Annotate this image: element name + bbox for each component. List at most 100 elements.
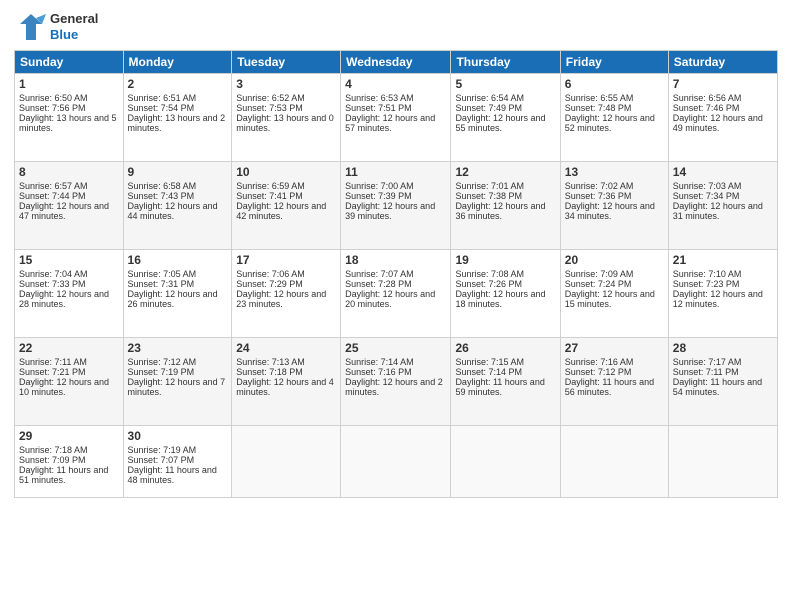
sunset-info: Sunset: 7:41 PM [236, 191, 303, 201]
sunrise-info: Sunrise: 7:19 AM [128, 445, 197, 455]
header: General Blue [14, 10, 778, 44]
sunset-info: Sunset: 7:54 PM [128, 103, 195, 113]
calendar-cell: 8Sunrise: 6:57 AMSunset: 7:44 PMDaylight… [15, 162, 124, 250]
calendar-cell: 1Sunrise: 6:50 AMSunset: 7:56 PMDaylight… [15, 74, 124, 162]
sunset-info: Sunset: 7:18 PM [236, 367, 303, 377]
col-header-saturday: Saturday [668, 51, 777, 74]
col-header-tuesday: Tuesday [232, 51, 341, 74]
sunset-info: Sunset: 7:53 PM [236, 103, 303, 113]
day-number: 16 [128, 253, 228, 267]
daylight-info: Daylight: 12 hours and 52 minutes. [565, 113, 655, 133]
day-number: 23 [128, 341, 228, 355]
calendar-table: SundayMondayTuesdayWednesdayThursdayFrid… [14, 50, 778, 498]
sunset-info: Sunset: 7:49 PM [455, 103, 522, 113]
day-number: 7 [673, 77, 773, 91]
calendar-week-2: 8Sunrise: 6:57 AMSunset: 7:44 PMDaylight… [15, 162, 778, 250]
logo-bird-icon [14, 10, 48, 44]
sunset-info: Sunset: 7:11 PM [673, 367, 739, 377]
daylight-info: Daylight: 12 hours and 36 minutes. [455, 201, 545, 221]
day-number: 29 [19, 429, 119, 443]
sunset-info: Sunset: 7:23 PM [673, 279, 740, 289]
calendar-cell: 15Sunrise: 7:04 AMSunset: 7:33 PMDayligh… [15, 250, 124, 338]
sunrise-info: Sunrise: 7:18 AM [19, 445, 88, 455]
day-number: 11 [345, 165, 446, 179]
sunrise-info: Sunrise: 6:52 AM [236, 93, 305, 103]
day-number: 4 [345, 77, 446, 91]
sunrise-info: Sunrise: 7:05 AM [128, 269, 197, 279]
logo-general: General [50, 11, 98, 27]
daylight-info: Daylight: 13 hours and 2 minutes. [128, 113, 226, 133]
calendar-cell: 25Sunrise: 7:14 AMSunset: 7:16 PMDayligh… [341, 338, 451, 426]
sunset-info: Sunset: 7:51 PM [345, 103, 412, 113]
sunset-info: Sunset: 7:19 PM [128, 367, 195, 377]
daylight-info: Daylight: 12 hours and 20 minutes. [345, 289, 435, 309]
daylight-info: Daylight: 12 hours and 4 minutes. [236, 377, 334, 397]
col-header-thursday: Thursday [451, 51, 560, 74]
sunrise-info: Sunrise: 7:00 AM [345, 181, 414, 191]
day-number: 27 [565, 341, 664, 355]
calendar-week-4: 22Sunrise: 7:11 AMSunset: 7:21 PMDayligh… [15, 338, 778, 426]
day-number: 8 [19, 165, 119, 179]
logo-blue: Blue [50, 27, 98, 43]
calendar-cell: 23 Sunrise: 7:12 AMSunset: 7:19 PMDayligh… [123, 338, 232, 426]
sunrise-info: Sunrise: 7:12 AM [128, 357, 197, 367]
sunrise-info: Sunrise: 7:02 AM [565, 181, 634, 191]
sunrise-info: Sunrise: 7:09 AM [565, 269, 634, 279]
calendar-cell: 16Sunrise: 7:05 AMSunset: 7:31 PMDayligh… [123, 250, 232, 338]
sunset-info: Sunset: 7:24 PM [565, 279, 632, 289]
calendar-cell: 4Sunrise: 6:53 AMSunset: 7:51 PMDaylight… [341, 74, 451, 162]
sunrise-info: Sunrise: 7:10 AM [673, 269, 742, 279]
day-number: 14 [673, 165, 773, 179]
sunrise-info: Sunrise: 6:56 AM [673, 93, 742, 103]
calendar-cell: 30Sunrise: 7:19 AMSunset: 7:07 PMDayligh… [123, 426, 232, 498]
calendar-cell: 26Sunrise: 7:15 AMSunset: 7:14 PMDayligh… [451, 338, 560, 426]
col-header-friday: Friday [560, 51, 668, 74]
sunrise-info: Sunrise: 6:53 AM [345, 93, 414, 103]
daylight-info: Daylight: 12 hours and 44 minutes. [128, 201, 218, 221]
calendar-cell: 22Sunrise: 7:11 AMSunset: 7:21 PMDayligh… [15, 338, 124, 426]
sunset-info: Sunset: 7:12 PM [565, 367, 632, 377]
calendar-cell [341, 426, 451, 498]
day-number: 17 [236, 253, 336, 267]
calendar-cell: 7Sunrise: 6:56 AMSunset: 7:46 PMDaylight… [668, 74, 777, 162]
calendar-week-3: 15Sunrise: 7:04 AMSunset: 7:33 PMDayligh… [15, 250, 778, 338]
daylight-info: Daylight: 12 hours and 10 minutes. [19, 377, 109, 397]
sunrise-info: Sunrise: 7:01 AM [455, 181, 524, 191]
day-number: 22 [19, 341, 119, 355]
daylight-info: Daylight: 11 hours and 59 minutes. [455, 377, 544, 397]
daylight-info: Daylight: 12 hours and 7 minutes. [128, 377, 226, 397]
sunset-info: Sunset: 7:38 PM [455, 191, 522, 201]
calendar-cell: 3Sunrise: 6:52 AMSunset: 7:53 PMDaylight… [232, 74, 341, 162]
calendar-header-row: SundayMondayTuesdayWednesdayThursdayFrid… [15, 51, 778, 74]
sunset-info: Sunset: 7:26 PM [455, 279, 522, 289]
day-number: 9 [128, 165, 228, 179]
col-header-monday: Monday [123, 51, 232, 74]
sunset-info: Sunset: 7:34 PM [673, 191, 740, 201]
daylight-info: Daylight: 12 hours and 15 minutes. [565, 289, 655, 309]
sunset-info: Sunset: 7:36 PM [565, 191, 632, 201]
day-number: 5 [455, 77, 555, 91]
sunrise-info: Sunrise: 7:08 AM [455, 269, 524, 279]
daylight-info: Daylight: 12 hours and 28 minutes. [19, 289, 109, 309]
calendar-cell: 18Sunrise: 7:07 AMSunset: 7:28 PMDayligh… [341, 250, 451, 338]
sunrise-info: Sunrise: 7:17 AM [673, 357, 742, 367]
day-number: 20 [565, 253, 664, 267]
daylight-info: Daylight: 13 hours and 0 minutes. [236, 113, 334, 133]
sunrise-info: Sunrise: 6:50 AM [19, 93, 88, 103]
calendar-cell: 2Sunrise: 6:51 AMSunset: 7:54 PMDaylight… [123, 74, 232, 162]
day-number: 12 [455, 165, 555, 179]
day-number: 19 [455, 253, 555, 267]
daylight-info: Daylight: 11 hours and 54 minutes. [673, 377, 762, 397]
calendar-page: General Blue SundayMondayTuesdayWednesda… [0, 0, 792, 612]
calendar-cell [451, 426, 560, 498]
day-number: 21 [673, 253, 773, 267]
sunrise-info: Sunrise: 6:51 AM [128, 93, 197, 103]
day-number: 10 [236, 165, 336, 179]
sunrise-info: Sunrise: 7:15 AM [455, 357, 524, 367]
daylight-info: Daylight: 11 hours and 56 minutes. [565, 377, 654, 397]
sunset-info: Sunset: 7:16 PM [345, 367, 412, 377]
calendar-cell: 21Sunrise: 7:10 AMSunset: 7:23 PMDayligh… [668, 250, 777, 338]
daylight-info: Daylight: 12 hours and 55 minutes. [455, 113, 545, 133]
daylight-info: Daylight: 12 hours and 42 minutes. [236, 201, 326, 221]
calendar-cell [560, 426, 668, 498]
